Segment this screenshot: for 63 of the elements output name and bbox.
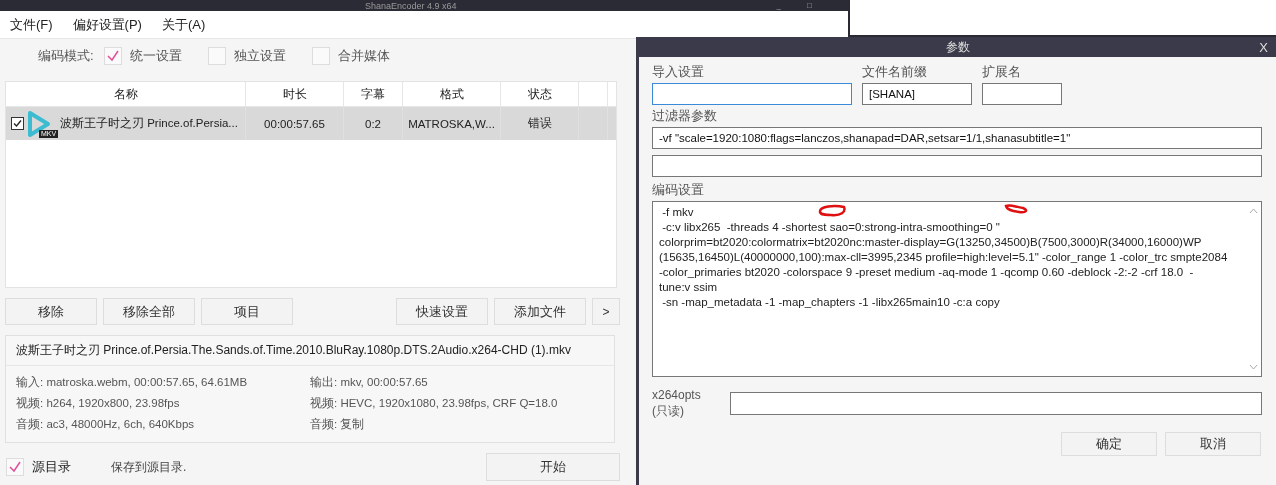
field-label: (只读) (652, 403, 685, 419)
x264opts-field[interactable] (730, 391, 1262, 415)
toolbar-button[interactable]: > (592, 298, 620, 325)
field-label: 扩展名 (982, 63, 1022, 81)
input-info: 音频: ac3, 48000Hz, 6ch, 640Kbps (16, 417, 196, 432)
table-cell: MATROSKA,W... (403, 107, 501, 140)
row-checkbox[interactable] (11, 117, 24, 130)
checkbox-label: 合并媒体 (337, 47, 390, 65)
toolbar-button[interactable]: 快速设置 (396, 298, 488, 325)
checkbox-label: 统一设置 (129, 47, 182, 65)
window-title: ShanaEncoder 4.9 x64 (365, 0, 457, 11)
column-header[interactable]: 字幕 (344, 82, 403, 106)
extension-field[interactable] (982, 83, 1062, 105)
toolbar-button[interactable]: 移除 (5, 298, 97, 325)
import-field[interactable] (652, 83, 852, 105)
table-cell: 错误 (501, 107, 579, 140)
column-header[interactable]: 状态 (501, 82, 579, 106)
input-info: 视频: h264, 1920x800, 23.98fps (16, 396, 181, 411)
dialog-title: 参数 (945, 38, 970, 56)
field-label: 导入设置 (652, 63, 705, 81)
menu-item[interactable]: 关于(A) (161, 15, 206, 34)
input-info: 输入: matroska.webm, 00:00:57.65, 64.61MB (16, 375, 249, 390)
checkbox-label: 独立设置 (233, 47, 286, 65)
column-header[interactable]: 名称 (6, 82, 246, 106)
scroll-up-icon[interactable] (1248, 208, 1258, 214)
file-name: 波斯王子时之刃 Prince.of.Persia.The.Sands.of.Time.2010.BluRay.1080p.DTS.2Audio.x264-CHD (1).mkv (6, 336, 614, 366)
table-cell: 波斯王子时之刃 Prince.of.Persia... (60, 116, 238, 131)
checkbox[interactable] (6, 458, 24, 476)
mode-label: 编码模式: (38, 47, 94, 65)
scroll-down-icon[interactable] (1248, 364, 1258, 370)
menu-item[interactable]: 偏好设置(P) (72, 15, 142, 34)
output-info: 视频: HEVC, 1920x1080, 23.98fps, CRF Q=18.0 (310, 396, 559, 411)
prefix-field[interactable]: [SHANA] (862, 83, 972, 105)
toolbar-button[interactable]: 移除全部 (103, 298, 195, 325)
window-control-button[interactable]: □ (807, 0, 812, 11)
cancel-button[interactable]: 取消 (1165, 432, 1261, 456)
annotation-mark (817, 204, 847, 218)
window-control-button[interactable]: _ (776, 0, 782, 11)
checkbox[interactable] (207, 47, 226, 65)
filter-field[interactable]: -vf "scale=1920:1080:flags=lanczos,shanapad=DAR,setsar=1/1,shanasubtitle=1" (652, 127, 1262, 149)
output-note: 保存到源目录. (111, 458, 187, 476)
start-button[interactable]: 开始 (486, 453, 620, 481)
checkbox-label: 源目录 (32, 458, 71, 476)
close-button[interactable]: X (1259, 40, 1268, 55)
field-label: x264opts (652, 387, 702, 403)
checkbox[interactable] (103, 47, 122, 65)
table-cell: 0:2 (344, 107, 403, 140)
field-label: 文件名前缀 (862, 63, 928, 81)
menu-item[interactable]: 文件(F) (10, 15, 53, 34)
column-header[interactable]: 时长 (246, 82, 344, 106)
ok-button[interactable]: 确定 (1061, 432, 1157, 456)
toolbar-button[interactable]: 项目 (201, 298, 293, 325)
output-info: 音频: 复制 (310, 417, 366, 432)
encode-settings-field[interactable]: -f mkv -c:v libx265 -threads 4 -shortest sao=0:strong-intra-smoothing=0 " colorprim=bt2020:colormatrix=bt2020nc:master-display=G(13250,34500)B(7500,3000)R(34000,16000)WP (15635,16450)L(40000000,100):max-cll=3995,2345 profile=high:level=5.1" -color_range 1 -color_trc smpte2084 -color_primaries bt2020 -colorspace 9 -preset medium -aq-mode 1 -qcomp 0.60 -deblock -2:-2 -crf 18.0 - tune:v ssim -sn -map_metadata -1 -map_chapters -1 -libx265main10 -c:a copy (652, 201, 1262, 377)
checkbox[interactable] (311, 47, 330, 65)
filter-field[interactable] (652, 155, 1262, 177)
column-header[interactable]: 格式 (403, 82, 501, 106)
field-label: 编码设置 (652, 181, 705, 199)
field-label: 过滤器参数 (652, 107, 718, 125)
annotation-mark (1003, 203, 1029, 215)
table-cell: 00:00:57.65 (246, 107, 344, 140)
output-info: 输出: mkv, 00:00:57.65 (310, 375, 429, 390)
toolbar-button[interactable]: 添加文件 (494, 298, 586, 325)
